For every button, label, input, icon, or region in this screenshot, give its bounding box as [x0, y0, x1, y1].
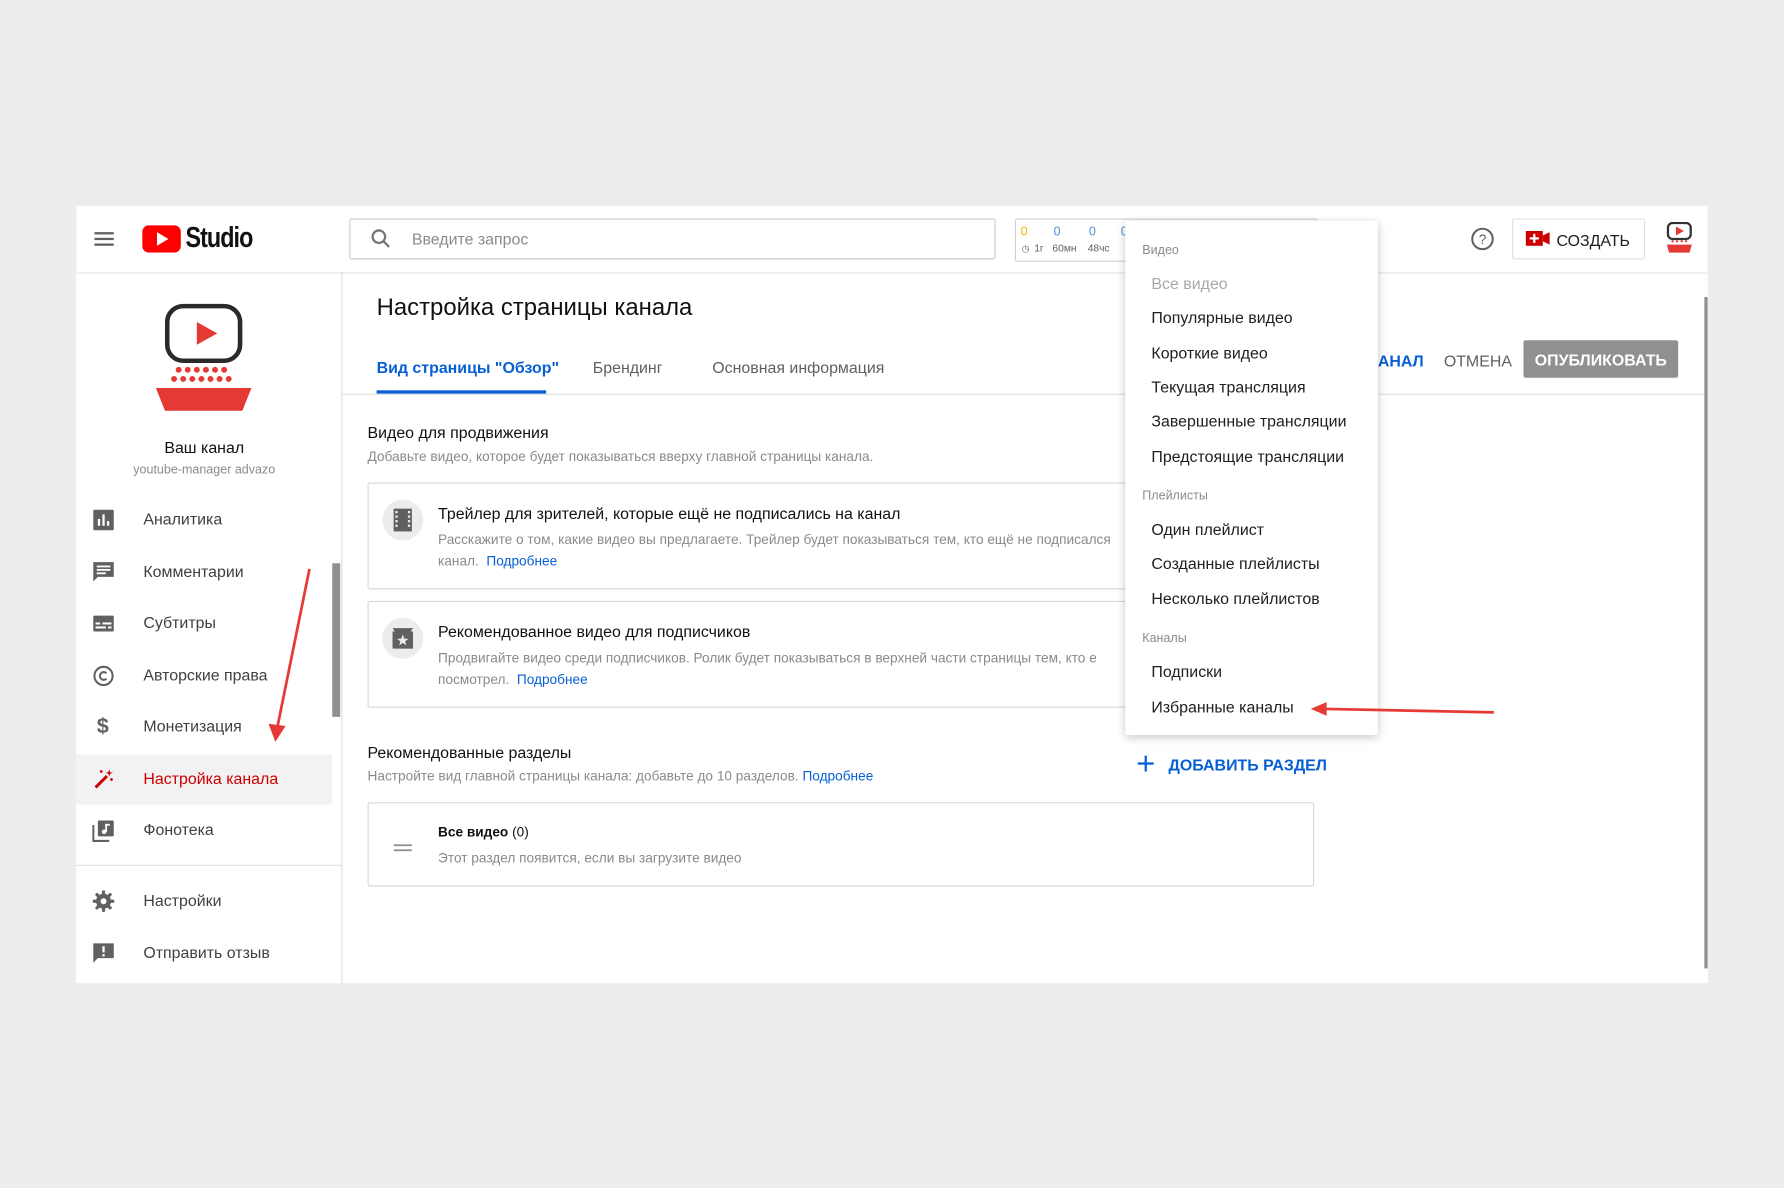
dropdown-annotation-arrow: [1310, 702, 1494, 716]
annotation-arrows: [268, 568, 1494, 742]
sidebar-annotation-arrow: [268, 568, 311, 742]
